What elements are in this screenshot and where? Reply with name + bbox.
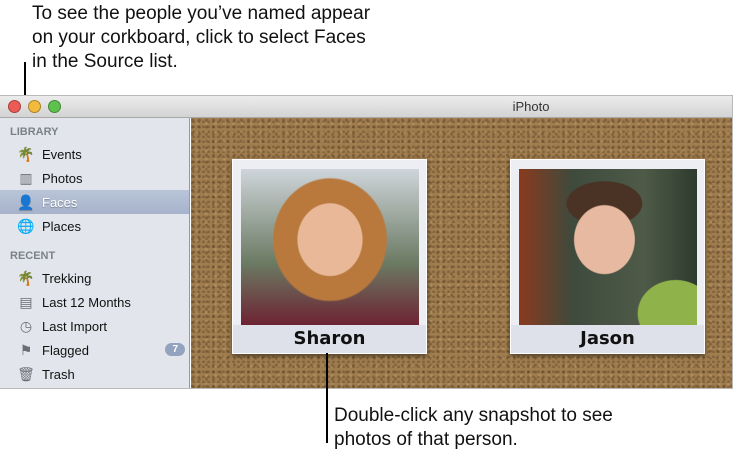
sidebar-item-last-import[interactable]: ◷ Last Import (0, 314, 189, 338)
sidebar-item-label: Photos (42, 170, 83, 186)
sidebar-item-label: Flagged (42, 342, 89, 358)
face-snapshot-jason[interactable]: Jason (510, 159, 705, 354)
flag-icon: ⚑ (19, 341, 33, 358)
face-snapshot-sharon[interactable]: Sharon (232, 159, 427, 354)
flagged-count-badge: 7 (165, 343, 185, 356)
snapshot-callout: Double-click any snapshot to see photos … (334, 405, 613, 450)
sidebar-item-trekking[interactable]: 🌴 Trekking (0, 266, 189, 290)
recent-header: RECENT (10, 250, 56, 262)
source-list: LIBRARY 🌴 Events ▥ Photos 👤 Faces 🌐 Places R… (0, 118, 190, 388)
sidebar-item-label: Last Import (42, 318, 108, 334)
sidebar-item-label: Last 12 Months (42, 294, 131, 310)
face-name-label: Sharon (233, 325, 426, 353)
corkboard: Sharon Jason (191, 118, 732, 388)
sidebar-item-trash[interactable]: 🗑 Trash (0, 362, 189, 386)
clock-icon: ◷ (19, 317, 33, 334)
sidebar-item-flagged[interactable]: ⚑ Flagged 7 (0, 338, 189, 362)
person-icon: 👤 (17, 193, 35, 210)
iphoto-window: iPhoto LIBRARY 🌴 Events ▥ Photos 👤 Faces 🌐 P… (0, 95, 733, 389)
calendar-icon: ▤ (19, 293, 33, 310)
trash-icon: 🗑 (17, 365, 35, 382)
sidebar-item-label: Trekking (42, 270, 92, 286)
sidebar-item-photos[interactable]: ▥ Photos (0, 166, 189, 190)
palm-icon: 🌴 (17, 145, 35, 162)
sidebar-item-label: Trash (42, 366, 75, 382)
sidebar-item-label: Places (42, 218, 82, 234)
photos-icon: ▥ (19, 169, 33, 186)
sidebar-item-label: Faces (42, 194, 78, 210)
sidebar-item-faces[interactable]: 👤 Faces (0, 190, 189, 214)
sidebar-item-label: Events (42, 146, 82, 162)
globe-icon: 🌐 (17, 217, 35, 234)
sidebar-item-places[interactable]: 🌐 Places (0, 214, 189, 238)
callout-line-bottom (326, 353, 328, 443)
faces-callout: To see the people you’ve named appear on… (32, 3, 371, 72)
palm-icon: 🌴 (17, 269, 35, 286)
face-photo (519, 169, 697, 326)
face-name-label: Jason (511, 325, 704, 353)
face-photo (241, 169, 419, 326)
window-title: iPhoto (512, 99, 550, 114)
sidebar-item-last-12-months[interactable]: ▤ Last 12 Months (0, 290, 189, 314)
title-bar: iPhoto (0, 96, 732, 118)
library-header: LIBRARY (10, 126, 59, 138)
sidebar-item-events[interactable]: 🌴 Events (0, 142, 189, 166)
